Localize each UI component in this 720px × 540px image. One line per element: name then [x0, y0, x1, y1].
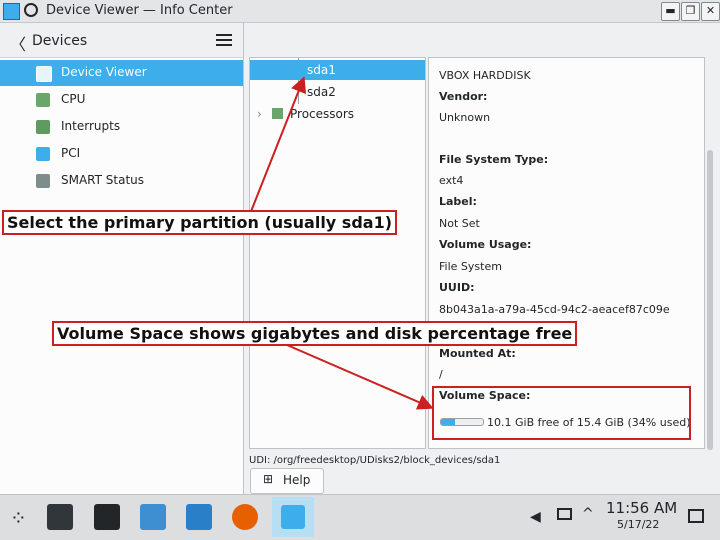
- app-launcher-icon[interactable]: ⁘: [10, 506, 27, 530]
- annotation-arrows: [249, 76, 434, 410]
- arrow-to-volume-space: [286, 344, 434, 410]
- arrow-to-sda1: [249, 76, 307, 215]
- clock-date[interactable]: 5/17/22: [617, 518, 659, 531]
- tray-expand-icon[interactable]: ^: [582, 506, 594, 522]
- info-center-icon: [281, 505, 305, 529]
- volume-icon[interactable]: ◀: [530, 509, 541, 525]
- firefox-icon[interactable]: [232, 504, 258, 530]
- file-manager-icon[interactable]: [186, 504, 212, 530]
- clock-time[interactable]: 11:56 AM: [606, 499, 677, 517]
- terminal-icon[interactable]: [47, 504, 73, 530]
- callout-volume-space: Volume Space shows gigabytes and disk pe…: [52, 321, 578, 346]
- callout-select-partition: Select the primary partition (usually sd…: [2, 210, 398, 235]
- network-icon[interactable]: [557, 508, 572, 520]
- discover-icon[interactable]: [140, 504, 166, 530]
- taskbar-active-info-center[interactable]: [272, 497, 314, 537]
- taskbar: ⁘ ◀ ^ 11:56 AM 5/17/22: [0, 494, 720, 540]
- show-desktop-icon[interactable]: [688, 509, 704, 523]
- system-settings-icon[interactable]: [94, 504, 120, 530]
